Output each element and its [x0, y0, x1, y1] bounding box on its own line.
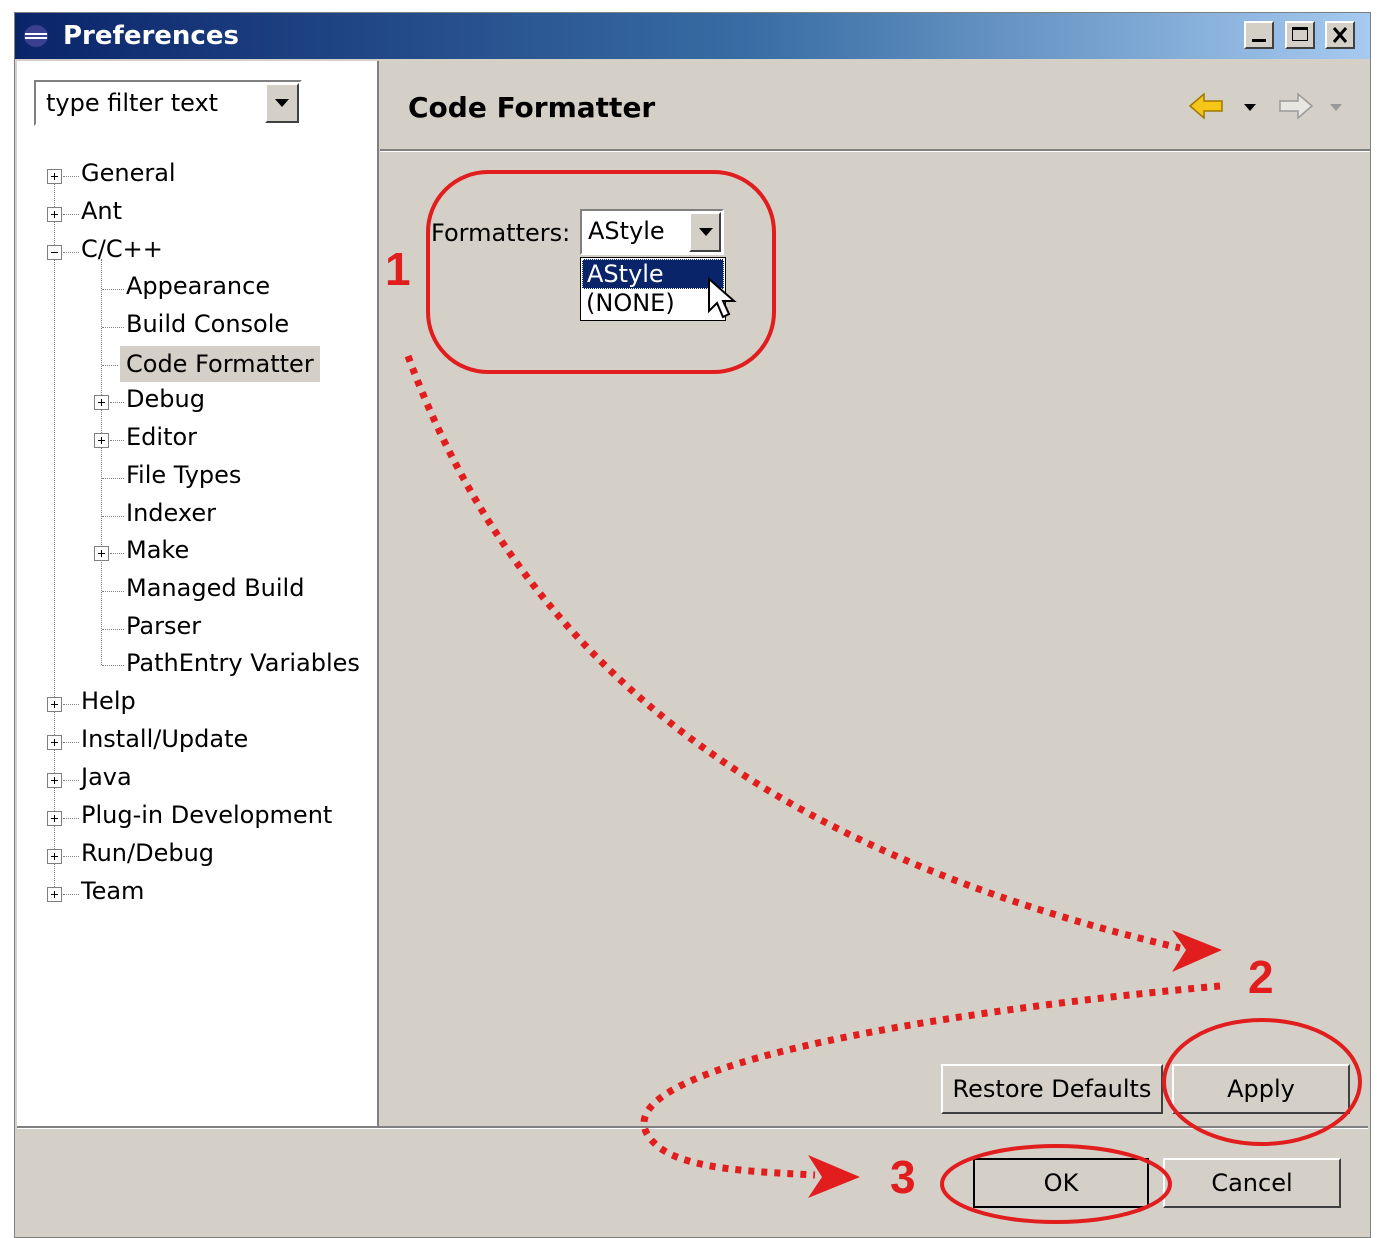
- tree-item-help[interactable]: Help: [81, 687, 136, 715]
- apply-button[interactable]: Apply: [1172, 1064, 1350, 1114]
- tree-item-build-console[interactable]: Build Console: [126, 310, 289, 338]
- eclipse-icon: [24, 25, 48, 47]
- close-icon: [1332, 27, 1348, 43]
- expand-icon[interactable]: [47, 849, 62, 864]
- tree-item-parser[interactable]: Parser: [126, 612, 201, 640]
- chevron-down-icon: [275, 99, 289, 107]
- forward-arrow-icon[interactable]: [1274, 91, 1314, 121]
- expand-icon[interactable]: [47, 169, 62, 184]
- tree-item-editor[interactable]: Editor: [126, 423, 197, 451]
- tree-item-install-update[interactable]: Install/Update: [81, 725, 248, 753]
- annotation-step-2: 2: [1248, 951, 1274, 1003]
- tree-line: [101, 259, 102, 665]
- maximize-button[interactable]: [1285, 21, 1315, 49]
- expand-icon[interactable]: [47, 207, 62, 222]
- expand-icon[interactable]: [47, 887, 62, 902]
- formatter-option-none[interactable]: (NONE): [582, 289, 724, 319]
- tree-item-file-types[interactable]: File Types: [126, 461, 241, 489]
- window-title: Preferences: [63, 21, 239, 51]
- title-bar[interactable]: Preferences: [15, 13, 1370, 59]
- close-button[interactable]: [1325, 21, 1355, 49]
- bottom-separator: [17, 1126, 1368, 1129]
- tree-item-run-debug[interactable]: Run/Debug: [81, 839, 214, 867]
- back-arrow-icon[interactable]: [1188, 91, 1228, 121]
- tree-item-managed-build[interactable]: Managed Build: [126, 574, 304, 602]
- filter-dropdown-button[interactable]: [265, 83, 299, 123]
- expand-icon[interactable]: [47, 697, 62, 712]
- formatters-select-value: AStyle: [588, 217, 665, 245]
- tree-item-java[interactable]: Java: [81, 763, 132, 791]
- chevron-down-icon: [699, 228, 713, 236]
- tree-item-debug[interactable]: Debug: [126, 385, 205, 413]
- formatter-option-astyle[interactable]: AStyle: [582, 259, 724, 289]
- formatters-select[interactable]: AStyle: [580, 209, 724, 255]
- tree-item-make[interactable]: Make: [126, 536, 189, 564]
- tree-item-indexer[interactable]: Indexer: [126, 499, 216, 527]
- annotation-step-1: 1: [385, 243, 411, 295]
- tree-item-general[interactable]: General: [81, 159, 176, 187]
- tree-line: [54, 183, 55, 901]
- annotation-step-3: 3: [890, 1151, 916, 1203]
- formatters-dropdown-button[interactable]: [689, 212, 721, 252]
- collapse-icon[interactable]: [47, 245, 62, 260]
- tree-item-cpp[interactable]: C/C++: [81, 235, 163, 263]
- expand-icon[interactable]: [94, 395, 109, 410]
- expand-icon[interactable]: [94, 546, 109, 561]
- minimize-icon: [1252, 39, 1266, 42]
- tree-item-ant[interactable]: Ant: [81, 197, 122, 225]
- expand-icon[interactable]: [47, 811, 62, 826]
- forward-menu-chevron-icon[interactable]: [1328, 91, 1344, 121]
- formatters-label: Formatters:: [431, 219, 571, 247]
- preferences-tree-panel: type filter text General Ant C/C++ Appea…: [17, 61, 379, 1126]
- tree-item-appearance[interactable]: Appearance: [126, 272, 270, 300]
- filter-combo[interactable]: type filter text: [34, 80, 302, 126]
- expand-icon[interactable]: [94, 433, 109, 448]
- tree-item-team[interactable]: Team: [81, 877, 144, 905]
- back-menu-chevron-icon[interactable]: [1242, 91, 1258, 121]
- page-title: Code Formatter: [408, 91, 656, 124]
- mouse-cursor-icon: [708, 277, 737, 319]
- ok-button[interactable]: OK: [973, 1158, 1149, 1208]
- maximize-icon: [1292, 27, 1308, 41]
- preferences-dialog: Preferences type filter text General Ant…: [14, 12, 1371, 1238]
- preference-page: Code Formatter Formatters: AStyle AStyle…: [380, 61, 1370, 1126]
- expand-icon[interactable]: [47, 773, 62, 788]
- header-separator: [380, 149, 1370, 152]
- formatters-dropdown-list: AStyle (NONE): [580, 257, 726, 321]
- expand-icon[interactable]: [47, 735, 62, 750]
- filter-input[interactable]: type filter text: [46, 89, 218, 117]
- minimize-button[interactable]: [1244, 21, 1274, 49]
- cancel-button[interactable]: Cancel: [1163, 1158, 1341, 1208]
- tree-item-code-formatter[interactable]: Code Formatter: [120, 346, 320, 382]
- tree-item-plugin-development[interactable]: Plug-in Development: [81, 801, 332, 829]
- tree-item-pathentry-variables[interactable]: PathEntry Variables: [126, 649, 360, 677]
- restore-defaults-button[interactable]: Restore Defaults: [941, 1064, 1163, 1114]
